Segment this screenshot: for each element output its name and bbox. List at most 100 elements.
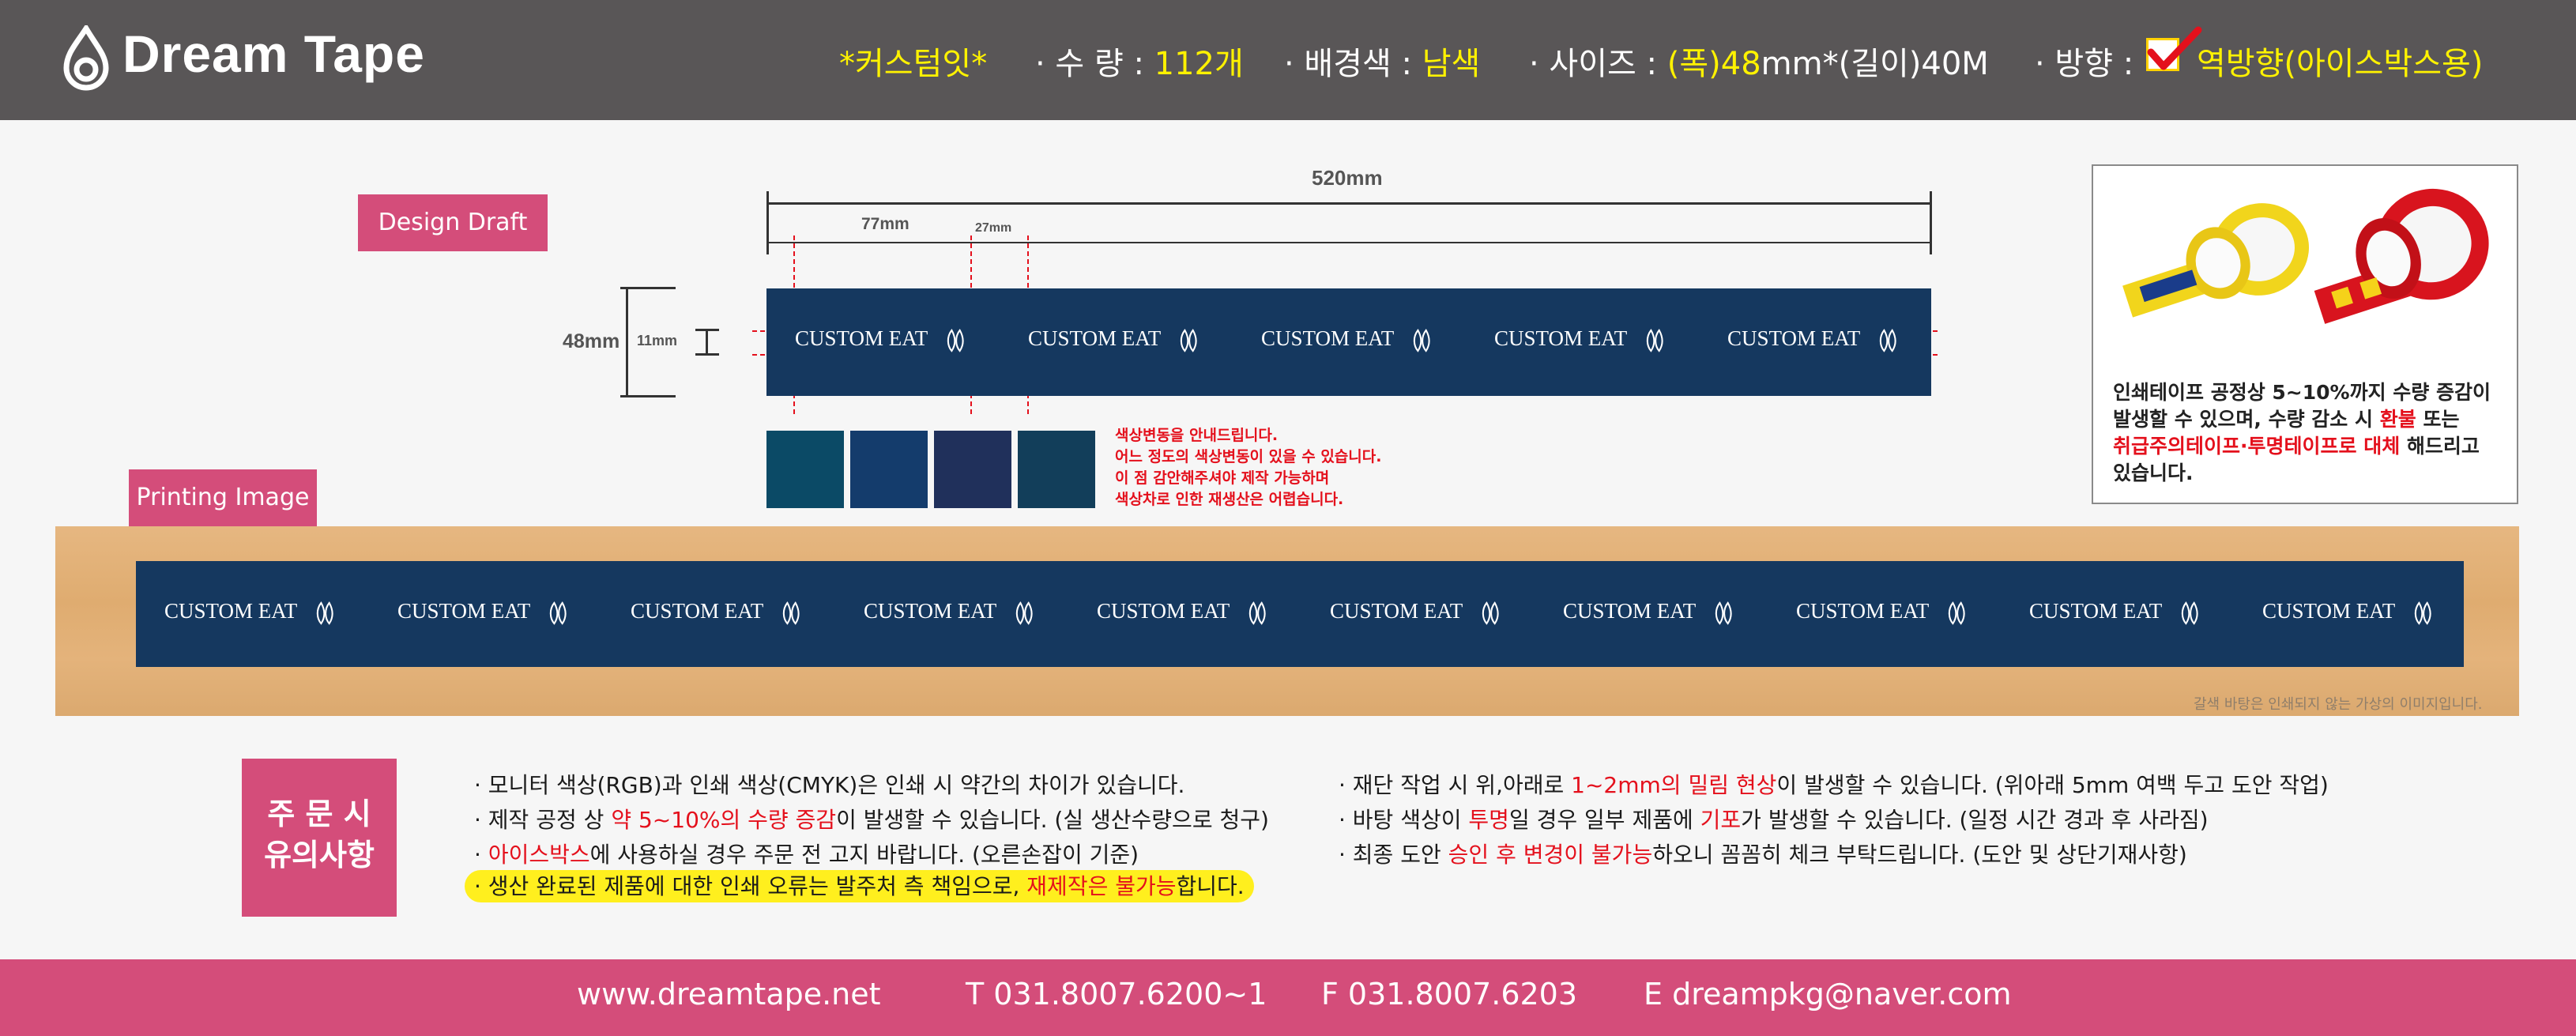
tape-print-text: CUSTOM EAT bbox=[1494, 326, 1628, 350]
size-width-label: (폭) bbox=[1666, 46, 1721, 82]
note-text: · 재단 작업 시 위,아래로 bbox=[1339, 772, 1572, 798]
color-notice-line: 색상변동을 안내드립니다. bbox=[1115, 427, 1279, 444]
leaf-logo-icon bbox=[2181, 601, 2198, 625]
refund-text: 환불 bbox=[2379, 408, 2416, 431]
note-item: · 최종 도안 승인 후 변경이 불가능하오니 꼼꼼히 체크 부탁드립니다. (… bbox=[1339, 838, 2329, 872]
note-emphasis: 재제작은 불가능 bbox=[1026, 873, 1177, 899]
tape-print-text: CUSTOM EAT bbox=[1563, 599, 1697, 623]
size-width-value: 48 bbox=[1720, 46, 1761, 82]
tape-print-text: CUSTOM EAT bbox=[2029, 599, 2163, 623]
sample-text-part: 또는 bbox=[2416, 408, 2460, 431]
note-emphasis: 투명 bbox=[1468, 807, 1509, 833]
note-emphasis: 약 5~10%의 수량 증감 bbox=[611, 807, 837, 833]
note-text: 하오니 꼼꼼히 체크 부탁드립니다. (도안 및 상단기재사항) bbox=[1652, 842, 2187, 868]
text-height-bottom bbox=[695, 353, 719, 356]
brand-name: Dream Tape bbox=[122, 24, 425, 83]
sample-description: 인쇄테이프 공정상 5~10%까지 수량 증감이 발생할 수 있으며, 수량 감… bbox=[2113, 379, 2508, 487]
tape-print-text: CUSTOM EAT bbox=[1261, 326, 1395, 350]
gap-dim: 27mm bbox=[975, 221, 1012, 235]
note-item: · 재단 작업 시 위,아래로 1~2mm의 밀림 현상이 발생할 수 있습니다… bbox=[1339, 768, 2329, 803]
background-color-info: · 배경색 : 남색 bbox=[1284, 38, 1480, 84]
bg-color-value: 남색 bbox=[1422, 46, 1481, 82]
dim-tick-right bbox=[1930, 191, 1932, 254]
leaf-logo-icon bbox=[1948, 601, 1965, 625]
width-dim-line bbox=[626, 288, 628, 396]
note-item: · 제작 공정 상 약 5~10%의 수량 증감이 발생할 수 있습니다. (실… bbox=[474, 803, 1269, 838]
leaf-logo-icon bbox=[2414, 601, 2431, 625]
sample-line: 인쇄테이프 공정상 5~10%까지 수량 증감이 bbox=[2113, 381, 2491, 404]
note-item: · 모니터 색상(RGB)과 인쇄 색상(CMYK)은 인쇄 시 약간의 차이가… bbox=[474, 768, 1269, 803]
design-draft-label: Design Draft bbox=[358, 194, 548, 251]
sample-line: 있습니다. bbox=[2113, 461, 2194, 484]
footer-tel: T 031.8007.6200~1 bbox=[966, 977, 1267, 1012]
tape-print-text: CUSTOM EAT bbox=[1330, 599, 1463, 623]
leaf-logo-icon bbox=[1879, 329, 1896, 352]
tape-print-text: CUSTOM EAT bbox=[1097, 599, 1230, 623]
size-info: · 사이즈 : (폭)48mm*(길이)40M bbox=[1529, 38, 1989, 84]
note-emphasis: 기포 bbox=[1700, 807, 1742, 833]
note-text: 이 발생할 수 있습니다. (위아래 5mm 여백 두고 도안 작업) bbox=[1776, 772, 2329, 798]
bg-color-label: · 배경색 : bbox=[1284, 46, 1422, 82]
logo-drop-icon bbox=[63, 25, 109, 91]
text-height-line bbox=[706, 330, 708, 354]
leaf-logo-icon bbox=[1015, 601, 1033, 625]
color-swatch bbox=[850, 431, 928, 508]
badge-line: 유의사항 bbox=[264, 838, 375, 872]
notes-left: · 모니터 색상(RGB)과 인쇄 색상(CMYK)은 인쇄 시 약간의 차이가… bbox=[474, 768, 1269, 872]
note-item: · 아이스박스에 사용하실 경우 주문 전 고지 바랍니다. (오른손잡이 기준… bbox=[474, 838, 1269, 872]
size-label: · 사이즈 : bbox=[1529, 46, 1667, 82]
replacement-text: 취급주의테이프·투명테이프로 대체 bbox=[2113, 435, 2401, 458]
total-length-line bbox=[766, 202, 1931, 205]
note-highlight: · 생산 완료된 제품에 대한 인쇄 오류는 발주처 측 책임으로, 재제작은 … bbox=[465, 869, 1254, 902]
leaf-logo-icon bbox=[1248, 601, 1266, 625]
tape-print-text: CUSTOM EAT bbox=[795, 326, 928, 350]
tape-print-text: CUSTOM EAT bbox=[164, 599, 298, 623]
leaf-logo-icon bbox=[1646, 329, 1663, 352]
sample-text-part: 해드리고 bbox=[2400, 435, 2480, 458]
dim-tick-left bbox=[766, 191, 769, 254]
direction-value: 역방향(아이스박스용) bbox=[2197, 46, 2484, 82]
footer-email[interactable]: E dreampkg@naver.com bbox=[1644, 977, 2012, 1012]
leaf-logo-icon bbox=[1482, 601, 1499, 625]
note-text: 가 발생할 수 있습니다. (일정 시간 경과 후 사라짐) bbox=[1741, 807, 2209, 833]
notes-right: · 재단 작업 시 위,아래로 1~2mm의 밀림 현상이 발생할 수 있습니다… bbox=[1339, 768, 2329, 872]
note-text: · 생산 완료된 제품에 대한 인쇄 오류는 발주처 측 책임으로, bbox=[474, 873, 1027, 899]
note-text: 이 발생할 수 있습니다. (실 생산수량으로 청구) bbox=[836, 807, 1269, 833]
leaf-logo-icon bbox=[1413, 329, 1430, 352]
tape-design-draft: CUSTOM EAT CUSTOM EAT CUSTOM EAT CUSTOM EAT… bbox=[766, 288, 1931, 396]
color-notice-line: 이 점 감안해주셔야 제작 가능하며 bbox=[1115, 469, 1330, 487]
note-text: · 바탕 색상이 bbox=[1339, 807, 1469, 833]
tape-print-text: CUSTOM EAT bbox=[864, 599, 997, 623]
quantity-value: 112개 bbox=[1154, 46, 1244, 82]
footer-fax: F 031.8007.6203 bbox=[1321, 977, 1578, 1012]
leaf-logo-icon bbox=[1180, 329, 1197, 352]
note-text: · 최종 도안 bbox=[1339, 842, 1448, 868]
wood-caption: 갈색 바탕은 인쇄되지 않는 가상의 이미지입니다. bbox=[2194, 696, 2483, 713]
color-swatch bbox=[934, 431, 1011, 508]
note-highlight-box: · 생산 완료된 제품에 대한 인쇄 오류는 발주처 측 책임으로, 재제작은 … bbox=[465, 870, 1254, 902]
width-dim: 48mm bbox=[563, 330, 620, 352]
note-text: · 제작 공정 상 bbox=[474, 807, 612, 833]
order-notes-badge: 주 문 시 유의사항 bbox=[242, 759, 397, 917]
text-height-dim: 11mm bbox=[637, 333, 678, 348]
repeat-dim: 77mm bbox=[861, 215, 910, 233]
color-notice-line: 어느 정도의 색상변동이 있을 수 있습니다. bbox=[1115, 448, 1382, 465]
quantity-label: · 수 량 : bbox=[1035, 46, 1154, 82]
text-height-top bbox=[695, 329, 719, 331]
note-text: 일 경우 일부 제품에 bbox=[1508, 807, 1700, 833]
total-length-dim: 520mm bbox=[1312, 166, 1383, 190]
sample-line: 발생할 수 있으며, 수량 감소 시 환불 또는 bbox=[2113, 406, 2508, 433]
sample-text-part: 발생할 수 있으며, 수량 감소 시 bbox=[2113, 408, 2380, 431]
direction-label: · 방향 : bbox=[2035, 46, 2134, 82]
check-mark-icon bbox=[2147, 26, 2202, 70]
size-rest: mm*(길이)40M bbox=[1761, 46, 1989, 82]
tape-printing-image: CUSTOM EAT CUSTOM EAT CUSTOM EAT CUSTOM EAT… bbox=[136, 561, 2464, 667]
note-item: · 바탕 색상이 투명일 경우 일부 제품에 기포가 발생할 수 있습니다. (… bbox=[1339, 803, 2329, 838]
repeat-dim-line bbox=[766, 242, 1931, 243]
footer-website[interactable]: www.dreamtape.net bbox=[577, 977, 881, 1012]
badge-line: 주 문 시 bbox=[267, 797, 371, 831]
width-dim-top bbox=[620, 287, 676, 289]
note-emphasis: 아이스박스 bbox=[488, 842, 590, 868]
note-text: · 모니터 색상(RGB)과 인쇄 색상(CMYK)은 인쇄 시 약간의 차이가… bbox=[474, 772, 1185, 798]
tape-roll-photo bbox=[2122, 188, 2489, 324]
